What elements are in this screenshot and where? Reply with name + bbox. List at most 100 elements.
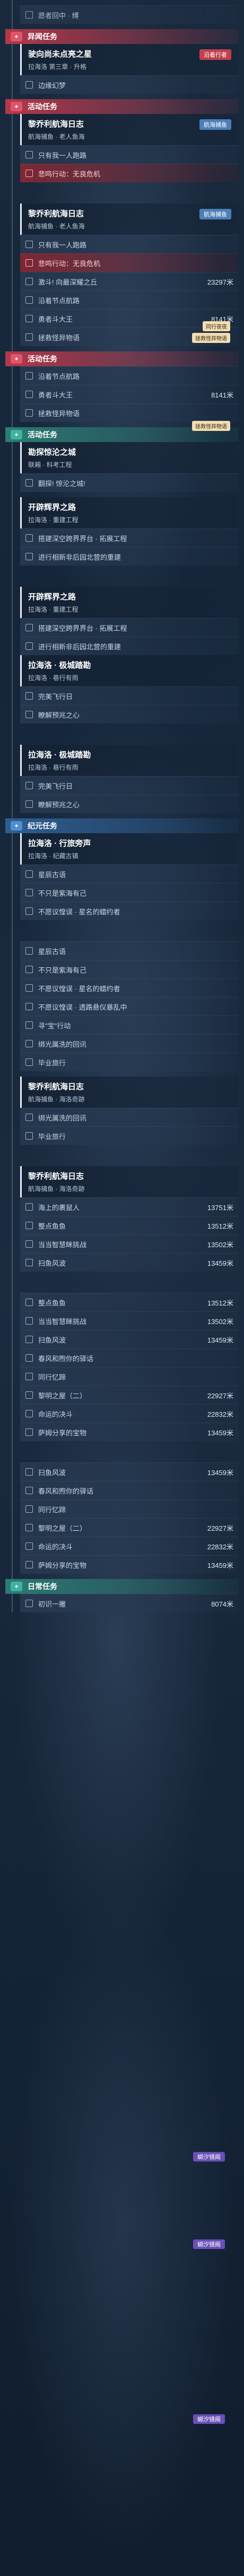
quest-card[interactable]: 开辟辉界之路 拉海洛 · 重建工程 [20, 587, 239, 618]
checkbox-icon [25, 553, 33, 560]
quest-subtitle: 拉海洛 第三章 · 升格 [28, 63, 86, 70]
quest-step-row[interactable]: 瞭解预兆之心 [20, 705, 239, 724]
quest-tag: 航海捕鱼 [199, 209, 231, 219]
quest-step-row[interactable]: 星辰古语 [20, 941, 239, 960]
quest-step-label: 毕业旅行 [38, 1132, 66, 1141]
quest-step-row[interactable]: 激斗! 向最深耀之丘 23297米 [20, 272, 239, 290]
quest-step-row[interactable]: 海上的裹鼠人 13751米 [20, 1197, 239, 1216]
quest-step-row[interactable]: 搭建深空跨界界台 · 拓展工程 [20, 528, 239, 547]
quest-step-row[interactable]: 初识一撇 8074米 [20, 1594, 239, 1612]
quest-step-row[interactable]: 星辰古语 [20, 864, 239, 883]
quest-step-row[interactable]: 毕业旅行 [20, 1126, 239, 1145]
quest-step-row[interactable]: 寻"宝"行动 [20, 1016, 239, 1034]
quest-step-row[interactable]: 沿着节点航路 [20, 290, 239, 309]
quest-step-row[interactable]: 沿着节点航路 [20, 366, 239, 385]
category-header-yiwen[interactable]: ✦ 异闻任务 [5, 29, 239, 44]
quest-step-row[interactable]: 绑光属洗的回讯 [20, 1108, 239, 1126]
distance-readout: 13512米 [207, 1299, 233, 1307]
quest-step-row[interactable]: 当当智慧眯挑战 13502米 [20, 1311, 239, 1330]
quest-step-label: 不只是紫海有己 [38, 966, 87, 974]
quest-subtitle: 拉海洛 · 巷行有雨 [28, 674, 79, 682]
quest-step-row[interactable]: 完美飞行日 [20, 776, 239, 795]
quest-card[interactable]: 驶向尚未点亮之星 拉海洛 第三章 · 升格 沿着行者 [20, 44, 239, 75]
distance-readout: 22927米 [207, 1391, 233, 1400]
quest-step-label: 瞭解预兆之心 [38, 800, 80, 809]
quest-step-row[interactable]: 勇者斗大王 8141米 [20, 385, 239, 403]
quest-step-row[interactable]: 命运的决斗 22832米 [20, 1537, 239, 1555]
quest-title: 勘探惊沦之城 [28, 448, 76, 457]
event-tag: 蝴汐镜阁 [193, 2152, 225, 2162]
quest-step-row[interactable]: 不愿议惶误 · 星名的蜡约者 [20, 978, 239, 997]
quest-step-row[interactable]: 完美飞行日 [20, 686, 239, 705]
checkbox-icon [25, 81, 33, 89]
quest-step-label: 黎明之屋（二） [38, 1391, 87, 1400]
quest-step-row[interactable]: 整点鱼鱼 13512米 [20, 1216, 239, 1234]
quest-step-row[interactable]: 拯救怪异物语 [20, 403, 239, 422]
quest-card[interactable]: 黎乔利航海日志 航海捕鱼 · 海洛奇跡 [20, 1077, 239, 1108]
quest-step-row[interactable]: 愿者回中 · 缚 [20, 5, 239, 24]
quest-step-row[interactable]: 黎明之屋（二） 22927米 [20, 1518, 239, 1537]
quest-step-label: 黎明之屋（二） [38, 1524, 87, 1532]
quest-step-label: 初识一撇 [38, 1600, 66, 1608]
checkbox-icon [25, 1114, 33, 1121]
quest-card[interactable]: 拉海洛 · 行旅旁声 拉海洛 · 纪藏古镇 [20, 833, 239, 864]
distance-readout: 8141米 [211, 391, 233, 399]
quest-step-row[interactable]: 黎明之屋（二） 22927米 [20, 1386, 239, 1404]
quest-step-row[interactable]: 绑光属洗的回讯 [20, 1034, 239, 1053]
quest-title: 开辟辉界之路 [28, 503, 76, 512]
quest-step-label: 激斗! 向最深耀之丘 [38, 278, 98, 286]
checkbox-icon [25, 1259, 33, 1266]
quest-step-row[interactable]: 不愿议惶误 · 星名的蜡约者 [20, 902, 239, 920]
quest-step-row[interactable]: 翻探! 惊沦之城! [20, 473, 239, 492]
quest-step-row[interactable]: 春风和煦你的驿话 [20, 1481, 239, 1499]
quest-step-row[interactable]: 当当智慧眯挑战 13502米 [20, 1234, 239, 1253]
quest-step-label: 海上的裹鼠人 [38, 1203, 80, 1212]
quest-card[interactable]: 黎乔利航海日志 航海捕鱼 · 老人鱼海 航海捕鱼 [20, 114, 239, 145]
quest-step-row[interactable]: 整点鱼鱼 13512米 [20, 1293, 239, 1311]
distance-readout: 13751米 [207, 1203, 233, 1212]
quest-step-label: 春风和煦你的驿话 [38, 1487, 94, 1495]
quest-step-row[interactable]: 搭建深空跨界界台 · 拓展工程 [20, 618, 239, 637]
quest-step-row[interactable]: 同行忆蹄 [20, 1499, 239, 1518]
quest-step-row[interactable]: 只有我一人跑路 [20, 145, 239, 164]
quest-step-row[interactable]: 毕业旅行 [20, 1053, 239, 1071]
quest-step-row[interactable]: 瞭解预兆之心 [20, 795, 239, 813]
checkbox-icon [25, 1410, 33, 1417]
quest-card[interactable]: 开辟辉界之路 拉海洛 · 重建工程 [20, 497, 239, 528]
quest-step-row[interactable]: 不只是紫海有己 [20, 883, 239, 902]
quest-step-row[interactable]: 只有我一人跑路 [20, 235, 239, 253]
checkbox-icon [25, 1524, 33, 1531]
quest-step-row[interactable]: 春风和煦你的驿话 [20, 1348, 239, 1367]
quest-step-row[interactable]: 进行相新非后园北营的重建 [20, 637, 239, 655]
quest-step-row[interactable]: 扫鱼风波 13459米 [20, 1330, 239, 1348]
category-header-jiyuan[interactable]: ✦ 纪元任务 [5, 818, 239, 833]
category-header-huodong[interactable]: ✦ 活动任务 [5, 351, 239, 366]
quest-step-row[interactable]: 不只是紫海有己 [20, 960, 239, 978]
quest-step-row-alert[interactable]: 悲鸣行动：无良危机 [20, 253, 239, 272]
category-header-richang[interactable]: ✦ 日常任务 [5, 1579, 239, 1594]
category-header-huodong[interactable]: ✦ 活动任务 [5, 99, 239, 114]
quest-step-row[interactable]: 命运的决斗 22832米 [20, 1404, 239, 1423]
quest-card[interactable]: 黎乔利航海日志 航海捕鱼 · 老人鱼海 航海捕鱼 [20, 204, 239, 235]
quest-step-row[interactable]: 萨姆分享的宝物 13459米 [20, 1555, 239, 1574]
quest-card[interactable]: 拉海洛 · 极城踏勘 拉海洛 · 巷行有雨 [20, 655, 239, 686]
quest-card[interactable]: 拉海洛 · 极城踏勘 拉海洛 · 巷行有雨 [20, 745, 239, 776]
quest-card[interactable]: 勘探惊沦之城 联厢 · 科考工程 [20, 442, 239, 473]
checkbox-icon [25, 1336, 33, 1343]
quest-step-row[interactable]: 同行忆蹄 [20, 1367, 239, 1386]
quest-step-row[interactable]: 扫鱼风波 13459米 [20, 1253, 239, 1272]
quest-step-row-alert[interactable]: 悲鸣行动：无良危机 [20, 164, 239, 182]
checkbox-icon [25, 947, 33, 955]
quest-step-row[interactable]: 进行相新非后园北营的重建 [20, 547, 239, 566]
quest-step-row[interactable]: 萨姆分享的宝物 13459米 [20, 1423, 239, 1441]
distance-readout: 13459米 [207, 1336, 233, 1344]
quest-subtitle: 航海捕鱼 · 海洛奇跡 [28, 1185, 85, 1193]
category-label: 日常任务 [28, 1582, 57, 1591]
quest-card[interactable]: 黎乔利航海日志 航海捕鱼 · 海洛奇跡 [20, 1166, 239, 1197]
quest-step-label: 完美飞行日 [38, 782, 73, 790]
quest-step-row[interactable]: 不愿议惶误 · 透路悬仪暴乱中 [20, 997, 239, 1016]
quest-step-row[interactable]: 边缘幻梦 [20, 75, 239, 94]
quest-step-row[interactable]: 扫鱼风波 13459米 [20, 1462, 239, 1481]
checkbox-icon [25, 966, 33, 973]
checkbox-icon [25, 984, 33, 992]
